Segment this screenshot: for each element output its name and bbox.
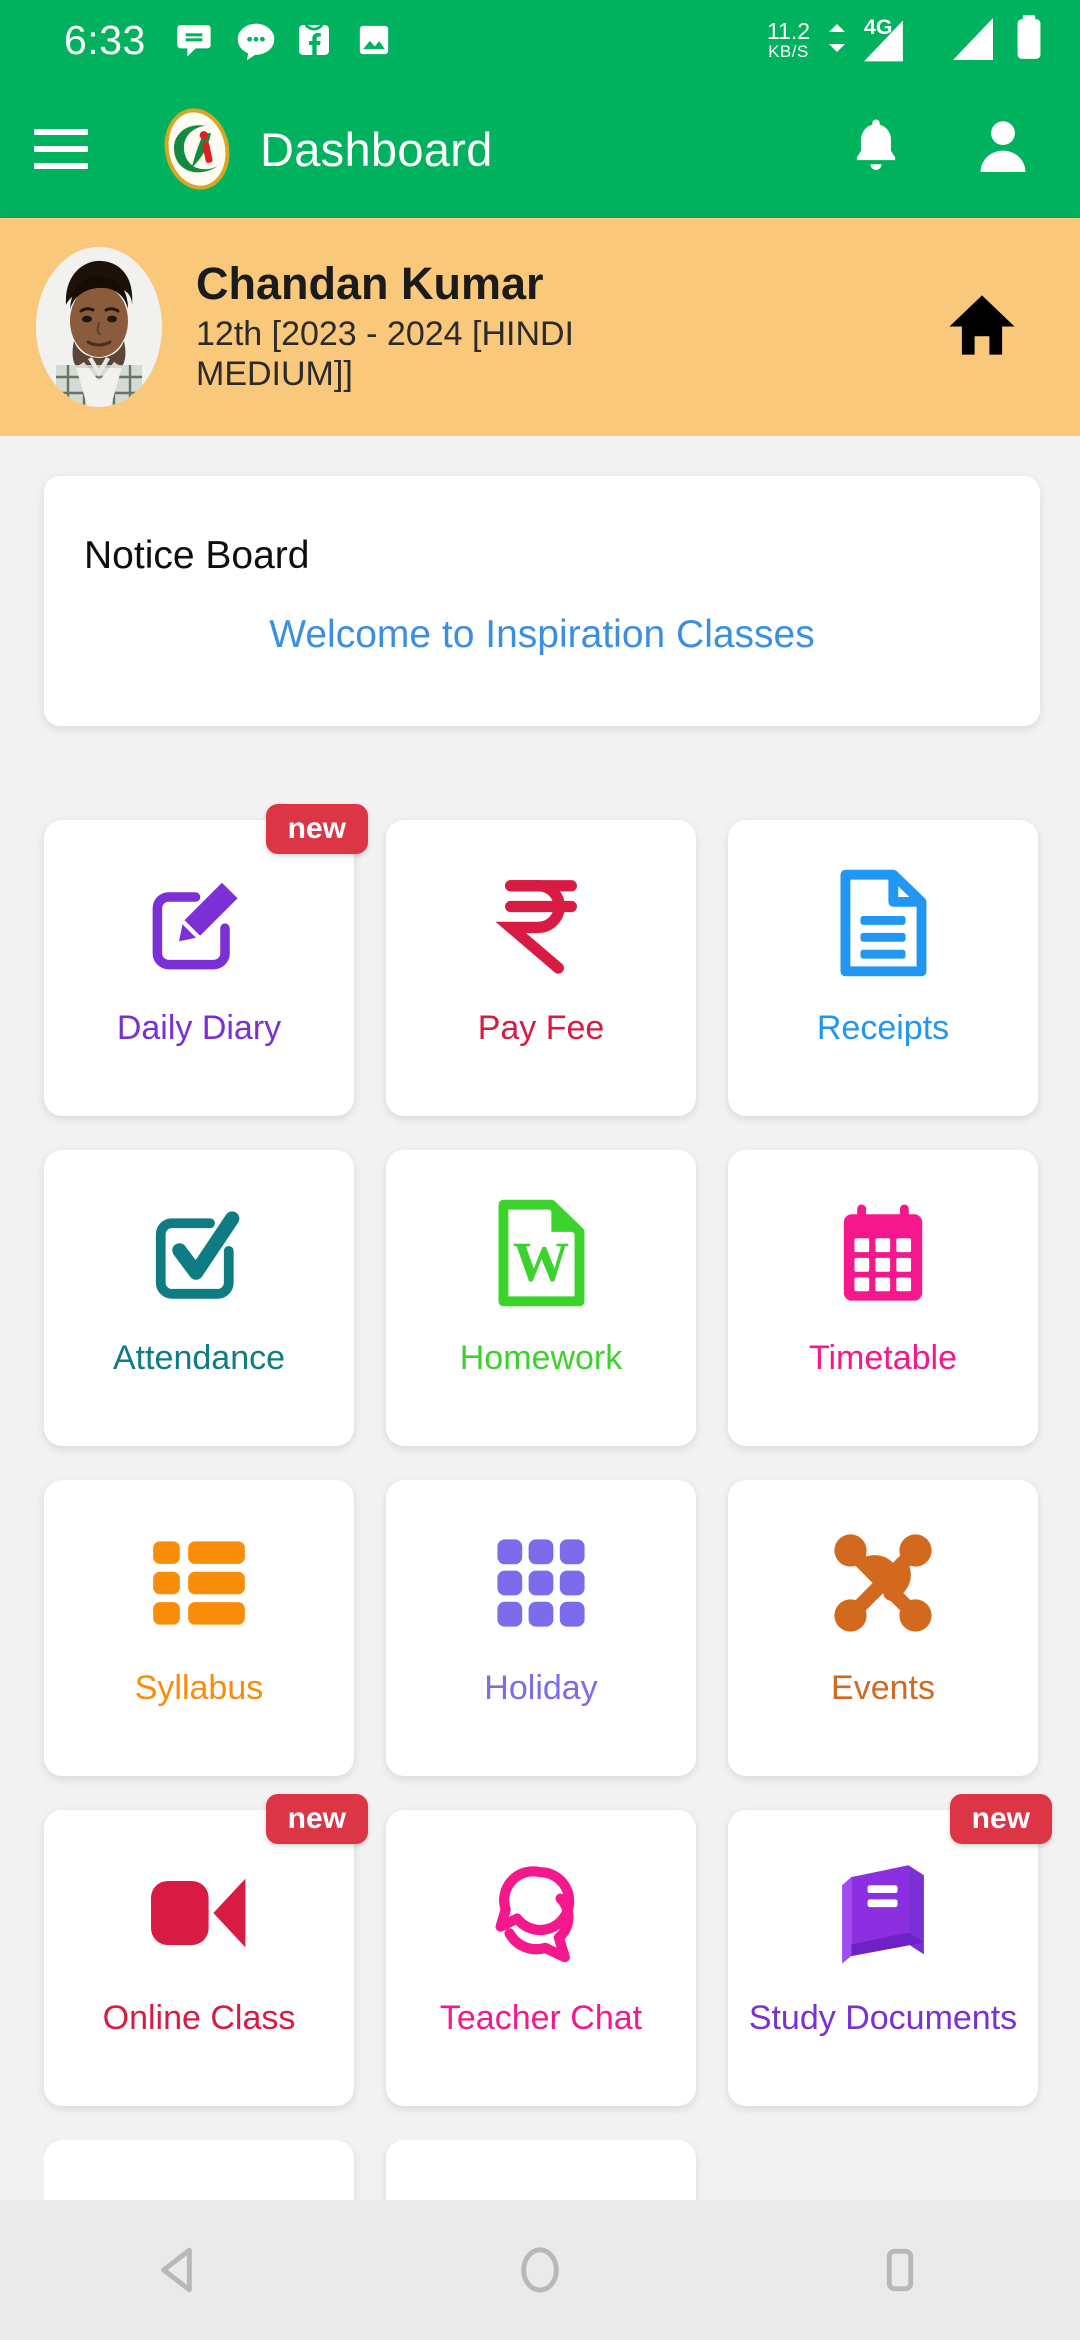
svg-text:4G: 4G [864,15,893,39]
new-badge: new [949,1794,1052,1844]
back-triangle-icon[interactable] [100,2242,260,2298]
menu-tile-attendance[interactable]: Attendance [44,1150,354,1446]
status-clock: 6:33 [64,16,146,63]
menu-tile-daily-diary[interactable]: new Daily Diary [44,804,368,1116]
word-document-icon: W [482,1194,600,1312]
calendar-grid-icon [824,1194,942,1312]
battery-icon [1012,13,1046,68]
network-speed-indicator: 11.2 KB/S [766,18,810,61]
sms-icon [174,20,214,60]
android-navigation-bar [0,2200,1080,2340]
notice-board-message: Welcome to Inspiration Classes [269,613,815,656]
gallery-icon [354,20,394,60]
menu-tile-pay-fee[interactable]: Pay Fee [386,820,696,1116]
student-avatar [36,247,162,407]
new-badge: new [265,804,368,854]
menu-tile-label: Timetable [808,1339,958,1377]
inspiration-classes-logo [160,106,234,192]
menu-grid: new Daily Diary Pay Fee Receipts Attenda… [44,804,1052,2340]
bell-icon[interactable] [848,114,904,185]
menu-row: Attendance W Homework Timetable [44,1150,1040,1446]
menu-tile-label: Online Class [102,1999,296,2037]
dashboard-content: Notice Board Welcome to Inspiration Clas… [0,436,1080,2340]
facebook-store-icon [294,20,334,60]
student-profile-band[interactable]: Chandan Kumar 12th [2023 - 2024 [HINDI M… [0,218,1080,436]
home-icon[interactable] [946,291,1044,364]
edit-square-icon [140,864,258,982]
menu-tile-label: Holiday [484,1669,598,1707]
network-speed-value: 11.2 [766,18,810,44]
hamburger-menu-icon[interactable] [34,129,88,169]
menu-tile-label: Attendance [112,1339,286,1377]
status-notification-icons [174,20,394,61]
student-class-info: 12th [2023 - 2024 [HINDI MEDIUM]] [196,314,575,393]
menu-row: new Daily Diary Pay Fee Receipts [44,804,1040,1116]
menu-tile-study-documents[interactable]: new Study Documents [728,1794,1052,2106]
menu-tile-label: Events [831,1669,935,1707]
student-name: Chandan Kumar [196,258,544,310]
menu-tile-timetable[interactable]: Timetable [728,1150,1038,1446]
menu-tile-label: Study Documents [748,1999,1018,2037]
menu-tile-syllabus[interactable]: Syllabus [44,1480,354,1776]
menu-tile-teacher-chat[interactable]: Teacher Chat [386,1810,696,2106]
checkbox-check-icon [140,1194,258,1312]
menu-tile-label: Homework [459,1339,623,1377]
person-icon[interactable] [974,116,1032,183]
chat-bubble-icon [234,20,275,61]
new-badge: new [265,1794,368,1844]
menu-tile-label: Pay Fee [477,1009,605,1047]
notice-board-title: Notice Board [84,534,310,577]
list-blocks-icon [140,1524,258,1642]
menu-tile-label: Teacher Chat [439,1999,643,2037]
home-circle-icon[interactable] [460,2242,620,2298]
menu-tile-events[interactable]: Events [728,1480,1038,1776]
signal-icon [948,12,998,69]
network-speed-unit: KB/S [768,42,809,61]
menu-row: Syllabus Holiday Events [44,1480,1040,1776]
phone-screen: 6:33 11.2 KB/S 4G Dashboard Chandan Kuma… [0,0,1080,2340]
chat-bubbles-icon [482,1854,600,1972]
menu-tile-label: Daily Diary [116,1009,282,1047]
data-transfer-icon [824,16,850,65]
svg-text:W: W [513,1232,569,1294]
grid-nine-icon [482,1524,600,1642]
menu-tile-label: Receipts [816,1009,950,1047]
document-lines-icon [824,864,942,982]
menu-tile-receipts[interactable]: Receipts [728,820,1038,1116]
video-camera-icon [140,1854,258,1972]
app-bar-actions [848,114,1046,185]
menu-tile-holiday[interactable]: Holiday [386,1480,696,1776]
rupee-icon [482,864,600,982]
menu-row: new Online Class Teacher Chat new Study … [44,1794,1052,2106]
recents-square-icon[interactable] [820,2242,980,2298]
book-icon [824,1854,942,1972]
notice-board-card: Notice Board Welcome to Inspiration Clas… [44,476,1040,726]
signal-4g-icon: 4G [864,14,934,66]
joomla-knot-icon [824,1524,942,1642]
status-bar: 6:33 11.2 KB/S 4G [0,0,1080,80]
menu-tile-homework[interactable]: W Homework [386,1150,696,1446]
status-system-icons: 11.2 KB/S 4G [767,12,1058,69]
profile-text: Chandan Kumar 12th [2023 - 2024 [HINDI M… [196,260,716,393]
menu-tile-label: Syllabus [134,1669,264,1707]
menu-tile-online-class[interactable]: new Online Class [44,1794,368,2106]
page-title: Dashboard [260,122,493,176]
app-bar: Dashboard [0,80,1080,218]
